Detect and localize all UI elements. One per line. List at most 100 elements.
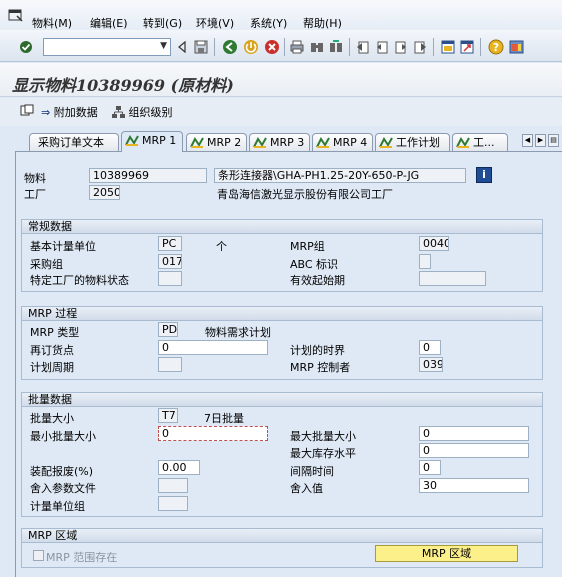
lot-size-text: 7日批量 xyxy=(204,412,244,425)
info-icon[interactable]: i xyxy=(476,167,492,183)
last-page-icon[interactable] xyxy=(413,40,427,54)
mrp-area-exists-label: MRP 范围存在 xyxy=(46,551,118,564)
plant-field[interactable]: 2050 xyxy=(89,185,120,200)
material-label: 物料 xyxy=(24,172,46,185)
valid-from-label: 有效起始期 xyxy=(290,274,345,287)
additional-data-icon[interactable] xyxy=(20,104,34,117)
mrp-controller-label: MRP 控制者 xyxy=(290,361,351,374)
purchasing-group-field[interactable]: 017 xyxy=(158,254,182,269)
general-data-title: 常规数据 xyxy=(21,219,543,234)
rounding-value-field[interactable]: 30 xyxy=(419,478,529,493)
base-uom-text: 个 xyxy=(216,240,227,253)
max-stock-level-label: 最大库存水平 xyxy=(290,447,356,460)
page-title: 显示物料10389969 (原材料) xyxy=(12,76,234,95)
find-icon[interactable] xyxy=(310,40,324,54)
mrp-controller-field[interactable]: 039 xyxy=(419,357,443,372)
tab-mrp2[interactable]: MRP 2 xyxy=(186,133,247,151)
abc-indicator-label: ABC 标识 xyxy=(290,258,339,271)
mrp-tab-icon xyxy=(456,137,470,148)
lot-size-title: 批量数据 xyxy=(21,392,543,407)
material-number-field[interactable]: 10389969 xyxy=(89,168,207,183)
plant-material-status-label: 特定工厂的物料状态 xyxy=(30,274,129,287)
planning-cycle-label: 计划周期 xyxy=(30,361,74,374)
min-lot-size-label: 最小批量大小 xyxy=(30,430,96,443)
base-uom-label: 基本计量单位 xyxy=(30,240,96,253)
tab-mrp1[interactable]: MRP 1 xyxy=(121,131,183,152)
sap-menu-icon[interactable] xyxy=(8,9,24,23)
tab-mrp3[interactable]: MRP 3 xyxy=(249,133,310,151)
tab-more[interactable]: 工... xyxy=(452,133,508,151)
shortcut-icon[interactable] xyxy=(460,40,474,54)
save-icon[interactable] xyxy=(194,40,208,54)
first-page-icon[interactable] xyxy=(356,40,370,54)
plant-label: 工厂 xyxy=(24,188,46,201)
reorder-point-field[interactable]: 0 xyxy=(158,340,268,355)
back-icon[interactable] xyxy=(222,39,238,55)
assembly-scrap-label: 装配报废(%) xyxy=(30,465,94,478)
takt-time-label: 间隔时间 xyxy=(290,465,334,478)
print-icon[interactable] xyxy=(290,40,304,54)
material-description-field[interactable]: 条形连接器\GHA-PH1.25-20Y-650-P-JG xyxy=(214,168,466,183)
time-fence-label: 计划的时界 xyxy=(290,344,345,357)
tab-list-icon[interactable]: ▤ xyxy=(548,134,559,147)
rounding-profile-field[interactable] xyxy=(158,478,188,493)
chevron-down-icon[interactable]: ▼ xyxy=(160,41,167,51)
menu-item-help[interactable]: 帮助(H) xyxy=(303,15,342,31)
tab-mrp4[interactable]: MRP 4 xyxy=(312,133,373,151)
find-next-icon[interactable] xyxy=(329,40,343,54)
prev-page-icon[interactable] xyxy=(375,40,389,54)
help-icon[interactable]: ? xyxy=(488,39,504,55)
menu-item-environment[interactable]: 环境(V) xyxy=(196,15,234,31)
tab-scroll-right-icon[interactable]: ▶ xyxy=(535,134,546,147)
mrp-tab-icon xyxy=(316,137,330,148)
tab-purchase-order-text[interactable]: 采购订单文本 xyxy=(29,133,119,151)
mrp-group-label: MRP组 xyxy=(290,240,325,253)
mrp-tab-icon xyxy=(190,137,204,148)
collapse-left-icon[interactable] xyxy=(177,41,187,53)
lot-size-label: 批量大小 xyxy=(30,412,74,425)
menu-item-edit[interactable]: 编辑(E) xyxy=(90,15,128,31)
tab-scroll-left-icon[interactable]: ◀ xyxy=(522,134,533,147)
reorder-point-label: 再订货点 xyxy=(30,344,74,357)
exit-icon[interactable] xyxy=(243,39,259,55)
max-lot-size-label: 最大批量大小 xyxy=(290,430,356,443)
uom-group-label: 计量单位组 xyxy=(30,500,85,513)
plant-material-status-field[interactable] xyxy=(158,271,182,286)
mrp-area-title: MRP 区域 xyxy=(21,528,543,543)
additional-data-button[interactable]: ⇒ 附加数据 xyxy=(41,104,98,120)
mrp-area-exists-checkbox[interactable] xyxy=(33,550,44,561)
command-field[interactable]: ▼ xyxy=(43,38,171,56)
menu-item-material[interactable]: 物料(M) xyxy=(32,15,72,31)
menu-item-system[interactable]: 系统(Y) xyxy=(250,15,287,31)
layout-icon[interactable] xyxy=(509,39,525,55)
next-page-icon[interactable] xyxy=(394,40,408,54)
takt-time-field[interactable]: 0 xyxy=(419,460,441,475)
tab-work-scheduling[interactable]: 工作计划 xyxy=(375,133,450,151)
max-stock-level-field[interactable]: 0 xyxy=(419,443,529,458)
abc-indicator-field[interactable] xyxy=(419,254,431,269)
mrp-group-field[interactable]: 0040 xyxy=(419,236,449,251)
menu-item-goto[interactable]: 转到(G) xyxy=(143,15,182,31)
planning-cycle-field[interactable] xyxy=(158,357,182,372)
mrp-type-field[interactable]: PD xyxy=(158,322,178,337)
rounding-profile-label: 舍入参数文件 xyxy=(30,482,96,495)
new-session-icon[interactable] xyxy=(441,40,455,54)
uom-group-field[interactable] xyxy=(158,496,188,511)
mrp-area-button[interactable]: MRP 区域 xyxy=(375,545,518,562)
cancel-icon[interactable] xyxy=(264,39,280,55)
check-icon[interactable] xyxy=(19,40,33,54)
assembly-scrap-field[interactable]: 0.00 xyxy=(158,460,200,475)
mrp-type-label: MRP 类型 xyxy=(30,326,80,339)
valid-from-field[interactable] xyxy=(419,271,486,286)
base-uom-field[interactable]: PC xyxy=(158,236,182,251)
mrp-procedure-title: MRP 过程 xyxy=(21,306,543,321)
arrow-right-icon: ⇒ xyxy=(41,106,51,119)
min-lot-size-field[interactable]: 0 xyxy=(158,426,268,441)
max-lot-size-field[interactable]: 0 xyxy=(419,426,529,441)
lot-size-field[interactable]: T7 xyxy=(158,408,178,423)
mrp-type-text: 物料需求计划 xyxy=(205,326,271,339)
time-fence-field[interactable]: 0 xyxy=(419,340,441,355)
rounding-value-label: 舍入值 xyxy=(290,482,323,495)
org-levels-button[interactable]: 组织级别 xyxy=(112,104,173,120)
hierarchy-icon xyxy=(112,106,125,118)
